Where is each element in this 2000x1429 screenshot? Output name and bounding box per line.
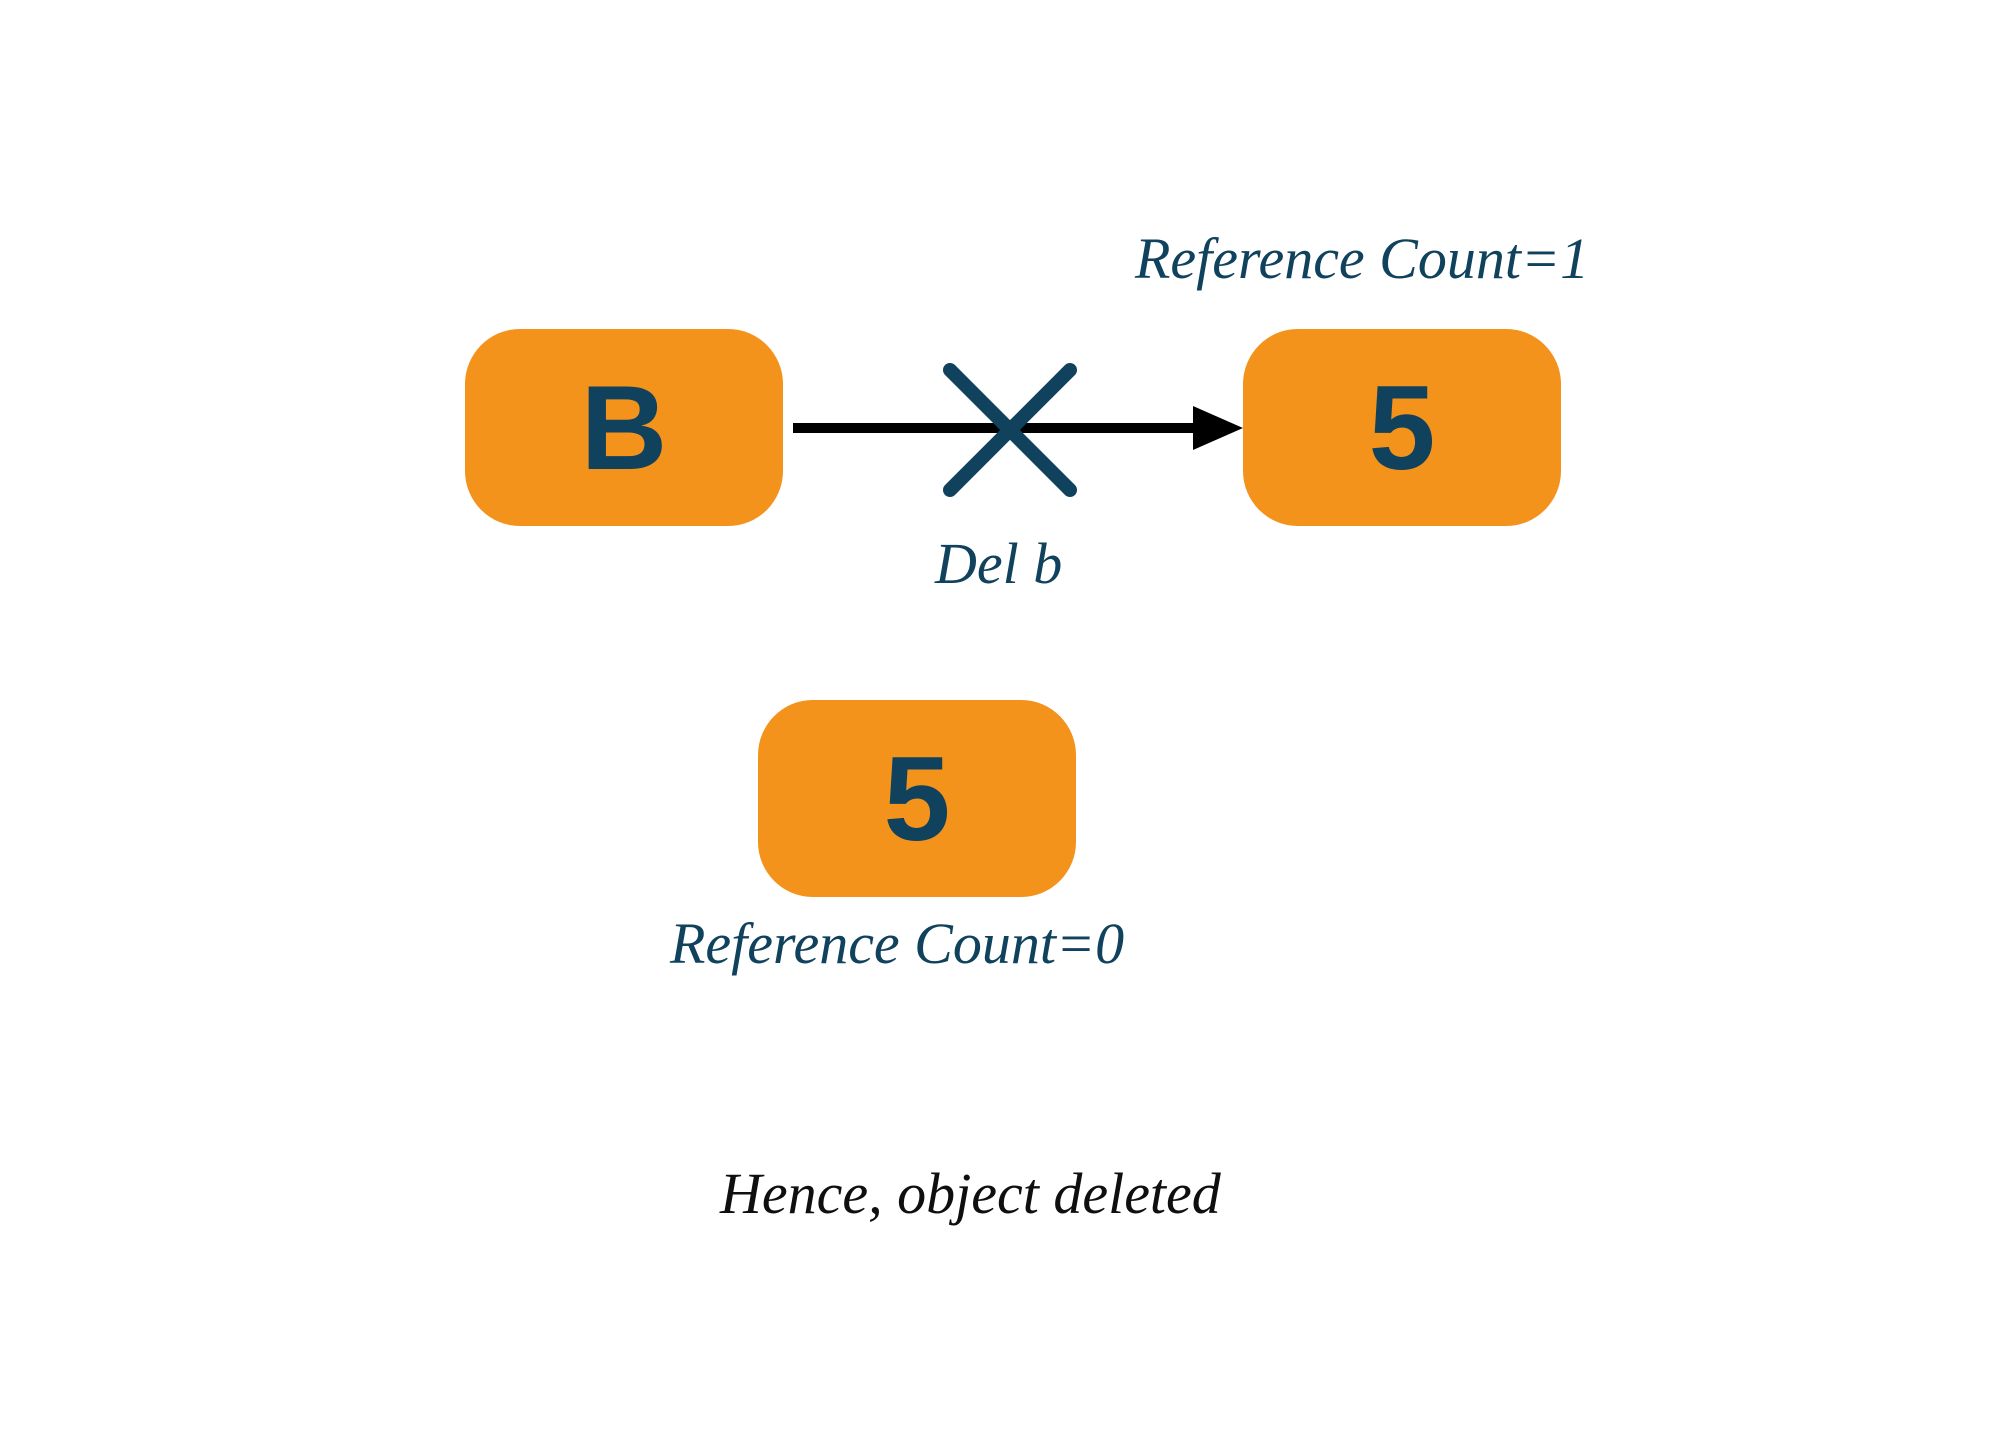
node-five-bottom: 5 — [758, 700, 1076, 897]
node-five-bottom-label: 5 — [884, 739, 951, 859]
node-b: B — [465, 329, 783, 526]
label-refcount-1: Reference Count=1 — [1135, 225, 1589, 292]
label-conclusion: Hence, object deleted — [720, 1160, 1221, 1227]
node-b-label: B — [581, 368, 668, 488]
node-five-top-label: 5 — [1369, 368, 1436, 488]
cross-icon — [950, 370, 1070, 490]
diagram-stage: B 5 5 Reference Count=1 Del b Reference … — [0, 0, 2000, 1429]
arrow-head-icon — [1193, 406, 1243, 450]
label-refcount-0: Reference Count=0 — [670, 910, 1124, 977]
node-five-top: 5 — [1243, 329, 1561, 526]
label-del-b: Del b — [935, 530, 1062, 597]
